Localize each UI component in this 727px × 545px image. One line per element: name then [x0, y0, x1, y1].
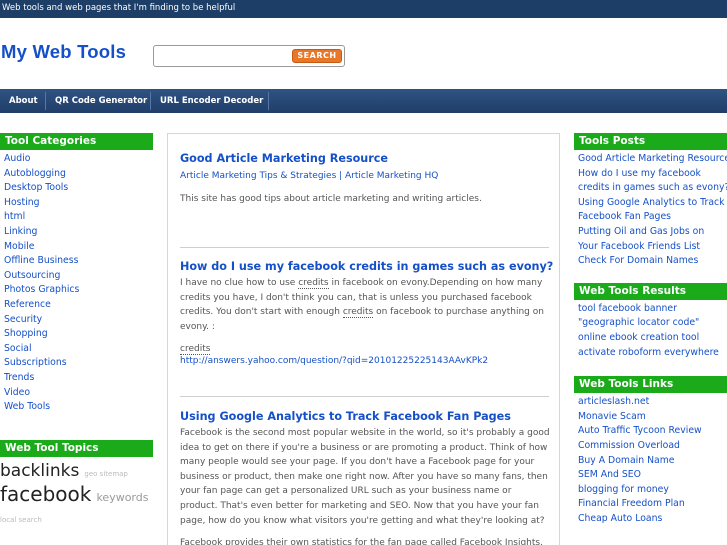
nav-item-qr-code-generator[interactable]: QR Code Generator	[55, 89, 147, 113]
recent-post-link[interactable]: How do I use my facebook	[578, 167, 727, 182]
web-tool-topics-heading: Web Tool Topics	[0, 440, 153, 457]
post-keyword: credits	[298, 278, 329, 289]
search-box: SEARCH	[153, 45, 345, 67]
category-link[interactable]: Subscriptions	[4, 356, 153, 371]
category-link[interactable]: Social	[4, 342, 153, 357]
site-title[interactable]: My Web Tools	[1, 41, 126, 63]
category-link[interactable]: Photos Graphics	[4, 283, 153, 298]
main-navigation: About QR Code Generator URL Encoder Deco…	[0, 89, 727, 113]
external-link[interactable]: SEM And SEO	[578, 468, 727, 483]
category-link[interactable]: Trends	[4, 371, 153, 386]
nav-item-url-encoder-decoder[interactable]: URL Encoder Decoder	[160, 89, 263, 113]
tools-posts-list: Good Article Marketing Resource How do I…	[574, 150, 727, 269]
category-link[interactable]: Audio	[4, 152, 153, 167]
web-tools-results-list: tool facebook banner "geographic locator…	[574, 300, 727, 360]
site-tagline: Web tools and web pages that I'm finding…	[2, 3, 236, 13]
result-link[interactable]: tool facebook banner	[578, 302, 727, 317]
category-link[interactable]: Mobile	[4, 240, 153, 255]
web-tools-links-list: articleslash.net Monavie Scam Auto Traff…	[574, 393, 727, 526]
nav-separator	[268, 92, 269, 110]
post-title[interactable]: Good Article Marketing Resource	[180, 152, 550, 165]
tool-categories-list: Audio Autoblogging Desktop Tools Hosting…	[0, 150, 153, 415]
category-link[interactable]: Shopping	[4, 327, 153, 342]
post: How do I use my facebook credits in game…	[180, 260, 553, 367]
external-link[interactable]: Commission Overload	[578, 439, 727, 454]
tag-link[interactable]: geo sitemap	[84, 470, 127, 478]
category-link[interactable]: Desktop Tools	[4, 181, 153, 196]
external-link[interactable]: Auto Traffic Tycoon Review	[578, 424, 727, 439]
category-link[interactable]: Outsourcing	[4, 269, 153, 284]
web-tool-topics-section: Web Tool Topics	[0, 440, 153, 457]
recent-post-link[interactable]: Check For Domain Names	[578, 254, 727, 269]
nav-item-about[interactable]: About	[9, 89, 38, 113]
post-source-url[interactable]: http://answers.yahoo.com/question/?qid=2…	[180, 355, 550, 367]
web-tools-links-heading: Web Tools Links	[574, 376, 727, 394]
main-content: Good Article Marketing Resource Article …	[167, 133, 560, 545]
category-link[interactable]: Autoblogging	[4, 167, 153, 182]
recent-post-link[interactable]: Facebook Fan Pages	[578, 210, 727, 225]
post-title[interactable]: Using Google Analytics to Track Facebook…	[180, 410, 550, 423]
search-input[interactable]	[156, 48, 290, 64]
web-tools-results-heading: Web Tools Results	[574, 282, 727, 300]
site-tagline-bar: Web tools and web pages that I'm finding…	[0, 0, 727, 18]
category-link[interactable]: Offline Business	[4, 254, 153, 269]
tag-link[interactable]: facebook	[0, 482, 91, 506]
nav-separator	[45, 92, 46, 110]
tools-posts-heading: Tools Posts	[574, 133, 727, 150]
external-link[interactable]: Financial Freedom Plan	[578, 497, 727, 512]
post-body: I have no clue how to use credits in fac…	[180, 276, 550, 334]
post-body: This site has good tips about article ma…	[180, 194, 482, 204]
category-link[interactable]: Linking	[4, 225, 153, 240]
result-link[interactable]: activate roboform everywhere	[578, 346, 727, 361]
tag-cloud: backlinks geo sitemap facebook keywords …	[0, 461, 160, 526]
recent-post-link[interactable]: Putting Oil and Gas Jobs on	[578, 225, 727, 240]
result-link[interactable]: "geographic locator code"	[578, 316, 727, 331]
post-tag: credits	[180, 344, 211, 356]
right-sidebar: Tools Posts Good Article Marketing Resou…	[574, 133, 727, 526]
post-body: Facebook provides their own statistics f…	[180, 538, 543, 545]
recent-post-link[interactable]: Your Facebook Friends List	[578, 240, 727, 255]
post-title[interactable]: How do I use my facebook credits in game…	[180, 260, 553, 273]
tag-link[interactable]: local search	[0, 516, 42, 524]
category-link[interactable]: Web Tools	[4, 400, 153, 415]
post-source-link[interactable]: Article Marketing Tips & Strategies | Ar…	[180, 171, 550, 181]
search-button[interactable]: SEARCH	[292, 49, 342, 63]
tag-link[interactable]: backlinks	[0, 461, 79, 481]
post-text: I have no clue how to use	[180, 278, 299, 288]
category-link[interactable]: Hosting	[4, 196, 153, 211]
category-link[interactable]: Security	[4, 313, 153, 328]
post: Good Article Marketing Resource Article …	[180, 152, 550, 207]
category-link[interactable]: Video	[4, 386, 153, 401]
post-footer: credits http://answers.yahoo.com/questio…	[180, 343, 550, 367]
external-link[interactable]: Cheap Auto Loans	[578, 512, 727, 527]
post-keyword: credits	[342, 307, 374, 319]
tag-link[interactable]: keywords	[96, 491, 148, 504]
left-sidebar: Tool Categories Audio Autoblogging Deskt…	[0, 133, 153, 415]
category-link[interactable]: html	[4, 210, 153, 225]
external-link[interactable]: blogging for money	[578, 483, 727, 498]
post: Using Google Analytics to Track Facebook…	[180, 410, 550, 545]
external-link[interactable]: Buy A Domain Name	[578, 454, 727, 469]
recent-post-link[interactable]: Using Google Analytics to Track	[578, 196, 727, 211]
external-link[interactable]: articleslash.net	[578, 395, 727, 410]
post-divider	[180, 396, 549, 397]
category-link[interactable]: Reference	[4, 298, 153, 313]
recent-post-link[interactable]: Good Article Marketing Resource	[578, 152, 727, 167]
recent-post-link[interactable]: credits in games such as evony?	[578, 181, 727, 196]
nav-separator	[150, 92, 151, 110]
tool-categories-heading: Tool Categories	[0, 133, 153, 150]
post-body: Facebook is the second most popular webs…	[180, 428, 550, 526]
external-link[interactable]: Monavie Scam	[578, 410, 727, 425]
post-divider	[180, 247, 549, 248]
result-link[interactable]: online ebook creation tool	[578, 331, 727, 346]
